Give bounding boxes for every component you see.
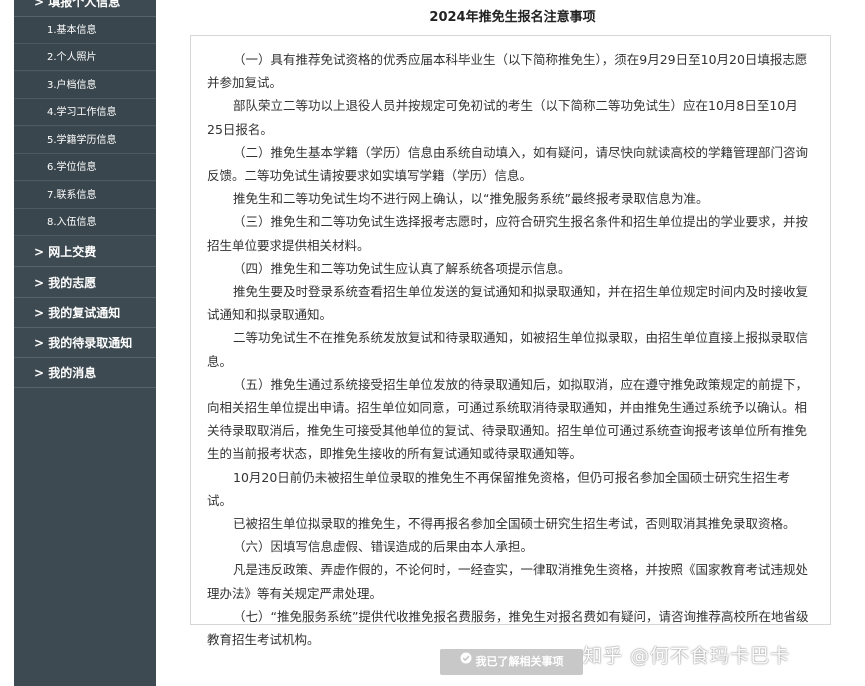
sidebar-item-degree[interactable]: 6.学位信息 [14, 154, 156, 181]
sidebar-item-messages[interactable]: > 我的消息 [14, 358, 156, 388]
notice-paragraph: 10月20日前仍未被招生单位录取的推免生不再保留推免资格，但仍可报名参加全国硕士… [207, 469, 790, 508]
notice-paragraph: （六）因填写信息虚假、错误造成的后果由本人承担。 [233, 539, 534, 555]
confirm-read-label: 我已了解相关事项 [475, 655, 564, 668]
sidebar-item-label: 8.入伍信息 [47, 217, 97, 228]
sidebar-item-payment[interactable]: > 网上交费 [14, 237, 156, 267]
notice-text: （一）具有推荐免试资格的优秀应届本科毕业生（以下简称推免生），须在9月29日至1… [207, 48, 813, 651]
notice-paragraph: （一）具有推荐免试资格的优秀应届本科毕业生（以下简称推免生），须在9月29日至1… [207, 52, 808, 91]
sidebar-item-interview-notice[interactable]: > 我的复试通知 [14, 298, 156, 328]
sidebar-item-photo[interactable]: 2.个人照片 [14, 44, 156, 71]
sidebar-item-household[interactable]: 3.户档信息 [14, 72, 156, 99]
sidebar-item-label: > 我的消息 [34, 366, 97, 380]
notice-paragraph: 推免生要及时登录系统查看招生单位发送的复试通知和拟录取通知，并在招生单位规定时间… [207, 284, 809, 323]
sidebar: > 填报个人信息 1.基本信息 2.个人照片 3.户档信息 4.学习工作信息 5… [14, 0, 156, 686]
sidebar-group-personal-info[interactable]: > 填报个人信息 [14, 0, 156, 17]
notice-paragraph: 二等功免试生不在推免系统发放复试和待录取通知，如被招生单位拟录取，由招生单位直接… [207, 330, 809, 369]
sidebar-item-label: > 我的复试通知 [34, 306, 121, 320]
page-title: 2024年推免生报名注意事项 [429, 10, 596, 25]
notice-paragraph: 凡是违反政策、弄虚作假的，不论何时，一经查实，一律取消推免生资格，并按照《国家教… [207, 562, 809, 601]
watermark: 知乎 @何不食玛卡巴卡 [583, 645, 791, 667]
sidebar-item-label: 7.联系信息 [47, 190, 97, 201]
sidebar-item-applications[interactable]: > 我的志愿 [14, 268, 156, 298]
sidebar-item-study-work[interactable]: 4.学习工作信息 [14, 99, 156, 126]
sidebar-group-label: > 填报个人信息 [34, 0, 121, 9]
notice-paragraph: 部队荣立二等功以上退役人员并按规定可免初试的考生（以下简称二等功免试生）应在10… [207, 98, 798, 137]
sidebar-item-label: > 网上交费 [34, 245, 97, 259]
sidebar-item-contact[interactable]: 7.联系信息 [14, 182, 156, 209]
confirm-read-button[interactable]: 我已了解相关事项 [440, 649, 583, 675]
sidebar-item-military[interactable]: 8.入伍信息 [14, 209, 156, 236]
sidebar-item-label: 6.学位信息 [47, 162, 97, 173]
notice-paragraph: （五）推免生通过系统接受招生单位发放的待录取通知后，如拟取消，应在遵守推免政策规… [207, 376, 809, 462]
notice-paragraph: 已被招生单位拟录取的推免生，不得再报名参加全国硕士研究生招生考试，否则取消其推免… [233, 516, 796, 532]
sidebar-item-pending-admission[interactable]: > 我的待录取通知 [14, 328, 156, 358]
sidebar-item-label: 3.户档信息 [47, 80, 97, 91]
sidebar-item-basic-info[interactable]: 1.基本信息 [14, 17, 156, 44]
check-circle-icon [460, 648, 472, 674]
notice-paragraph: 推免生和二等功免试生均不进行网上确认，以“推免服务系统”最终报考录取信息为准。 [233, 191, 709, 207]
sidebar-item-label: 5.学籍学历信息 [47, 135, 117, 146]
sidebar-item-label: 2.个人照片 [47, 52, 97, 63]
sidebar-item-label: > 我的志愿 [34, 276, 97, 290]
notice-paragraph: （四）推免生和二等功免试生应认真了解系统各项提示信息。 [233, 260, 571, 276]
notice-paragraph: （三）推免生和二等功免试生选择报考志愿时，应符合研究生报名条件和招生单位提出的学… [207, 214, 809, 253]
notice-paragraph: （二）推免生基本学籍（学历）信息由系统自动填入，如有疑问，请尽快向就读高校的学籍… [207, 144, 809, 184]
sidebar-item-label: 4.学习工作信息 [47, 107, 117, 118]
sidebar-item-education[interactable]: 5.学籍学历信息 [14, 127, 156, 154]
sidebar-item-label: 1.基本信息 [47, 25, 97, 36]
notice-panel: （一）具有推荐免试资格的优秀应届本科毕业生（以下简称推免生），须在9月29日至1… [190, 35, 831, 647]
sidebar-item-label: > 我的待录取通知 [34, 336, 133, 350]
